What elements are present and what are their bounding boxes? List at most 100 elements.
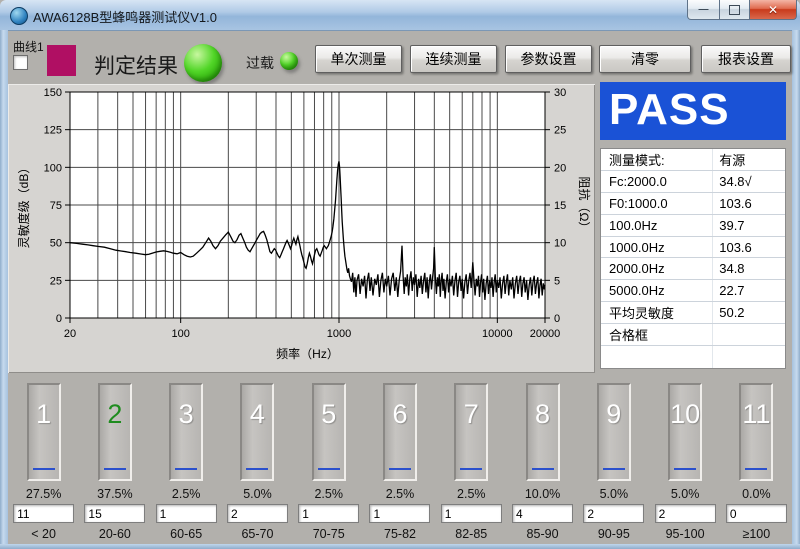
count-input-2[interactable] bbox=[84, 504, 145, 523]
percent-label: 5.0% bbox=[243, 487, 272, 502]
slider-level-indicator bbox=[532, 468, 554, 470]
slider-column-1: 127.5%< 20 bbox=[8, 378, 79, 541]
slider-number: 3 bbox=[171, 399, 201, 430]
curve1-checkbox[interactable] bbox=[13, 55, 28, 70]
result-label: 1000.0Hz bbox=[601, 237, 713, 258]
range-label: 65-70 bbox=[241, 527, 273, 541]
level-slider-9[interactable]: 9 bbox=[597, 383, 631, 481]
level-slider-11[interactable]: 11 bbox=[739, 383, 773, 481]
result-label: 测量模式: bbox=[601, 149, 713, 170]
result-row: 5000.0Hz22.7 bbox=[601, 280, 785, 302]
result-label: 平均灵敏度 bbox=[601, 302, 713, 323]
x-tick: 1000 bbox=[327, 328, 351, 340]
parameter-settings-button[interactable]: 参数设置 bbox=[505, 45, 592, 73]
curve1-label: 曲线1 bbox=[13, 38, 44, 55]
level-slider-8[interactable]: 8 bbox=[526, 383, 560, 481]
x-tick: 20000 bbox=[530, 328, 561, 340]
minimize-button[interactable]: — bbox=[687, 0, 720, 20]
slider-number: 1 bbox=[29, 399, 59, 430]
continuous-measure-button[interactable]: 连续测量 bbox=[410, 45, 497, 73]
result-row: 1000.0Hz103.6 bbox=[601, 237, 785, 259]
percent-label: 5.0% bbox=[600, 487, 629, 502]
measurement-results-table: 测量模式:有源Fc:2000.034.8√F0:1000.0103.6100.0… bbox=[600, 148, 786, 369]
slider-column-5: 52.5%70-75 bbox=[293, 378, 364, 541]
result-value: 103.6 bbox=[713, 237, 785, 258]
curve1-color-swatch[interactable] bbox=[47, 45, 76, 76]
result-value: 50.2 bbox=[713, 302, 785, 323]
count-input-8[interactable] bbox=[512, 504, 573, 523]
level-slider-2[interactable]: 2 bbox=[98, 383, 132, 481]
x-tick: 100 bbox=[171, 328, 189, 340]
slider-level-indicator bbox=[389, 468, 411, 470]
zero-clear-button[interactable]: 清零 bbox=[599, 45, 691, 73]
window-frame-left bbox=[0, 30, 8, 549]
result-value bbox=[713, 346, 785, 368]
window-controls: — ✕ bbox=[687, 0, 797, 20]
level-slider-3[interactable]: 3 bbox=[169, 383, 203, 481]
slider-level-indicator bbox=[460, 468, 482, 470]
level-slider-4[interactable]: 4 bbox=[240, 383, 274, 481]
count-input-4[interactable] bbox=[227, 504, 288, 523]
result-label: 合格框 bbox=[601, 324, 713, 345]
result-label: 5000.0Hz bbox=[601, 280, 713, 301]
percent-label: 37.5% bbox=[97, 487, 132, 502]
pass-status-badge: PASS bbox=[600, 82, 786, 140]
slider-column-11: 110.0%≥100 bbox=[721, 378, 792, 541]
slider-level-indicator bbox=[603, 468, 625, 470]
level-slider-10[interactable]: 10 bbox=[668, 383, 702, 481]
x-tick: 20 bbox=[64, 328, 76, 340]
count-input-10[interactable] bbox=[655, 504, 716, 523]
result-value: 34.8√ bbox=[713, 171, 785, 192]
count-input-7[interactable] bbox=[441, 504, 502, 523]
range-label: 90-95 bbox=[598, 527, 630, 541]
close-button[interactable]: ✕ bbox=[749, 0, 797, 20]
report-settings-button[interactable]: 报表设置 bbox=[701, 45, 791, 73]
percent-label: 2.5% bbox=[386, 487, 415, 502]
single-measure-button[interactable]: 单次测量 bbox=[315, 45, 402, 73]
slider-level-indicator bbox=[674, 468, 696, 470]
count-input-5[interactable] bbox=[298, 504, 359, 523]
count-input-1[interactable] bbox=[13, 504, 74, 523]
result-value: 22.7 bbox=[713, 280, 785, 301]
y-left-axis-title: 灵敏度级（dB） bbox=[16, 162, 31, 249]
count-input-6[interactable] bbox=[369, 504, 430, 523]
result-label: F0:1000.0 bbox=[601, 193, 713, 214]
slider-number: 6 bbox=[385, 399, 415, 430]
level-slider-5[interactable]: 5 bbox=[312, 383, 346, 481]
result-row bbox=[601, 346, 785, 368]
y-left-tick: 75 bbox=[50, 200, 62, 212]
window-frame-right bbox=[792, 30, 800, 549]
result-row: Fc:2000.034.8√ bbox=[601, 171, 785, 193]
judgment-result-led bbox=[184, 44, 222, 82]
slider-level-indicator bbox=[104, 468, 126, 470]
range-label: < 20 bbox=[31, 527, 56, 541]
level-slider-6[interactable]: 6 bbox=[383, 383, 417, 481]
y-right-tick: 25 bbox=[554, 125, 566, 137]
result-row: 合格框 bbox=[601, 324, 785, 346]
result-value: 34.8 bbox=[713, 258, 785, 279]
count-input-11[interactable] bbox=[726, 504, 787, 523]
result-value: 有源 bbox=[713, 149, 785, 170]
y-right-tick: 0 bbox=[554, 313, 560, 325]
frequency-response-chart: 0255075100125150051015202530201001000100… bbox=[8, 84, 595, 373]
y-left-tick: 100 bbox=[44, 162, 62, 174]
y-right-axis-title: 阻抗（Ω） bbox=[577, 177, 592, 234]
result-value: 39.7 bbox=[713, 215, 785, 236]
range-label: ≥100 bbox=[743, 527, 771, 541]
slider-column-6: 6 2.5% 75-82 bbox=[364, 378, 435, 541]
percent-label: 2.5% bbox=[314, 487, 343, 502]
maximize-button[interactable] bbox=[720, 0, 749, 20]
slider-level-indicator bbox=[318, 468, 340, 470]
count-input-3[interactable] bbox=[156, 504, 217, 523]
percent-label: 10.0% bbox=[525, 487, 560, 502]
slider-number: 2 bbox=[100, 399, 130, 430]
level-slider-1[interactable]: 1 bbox=[27, 383, 61, 481]
count-input-9[interactable] bbox=[583, 504, 644, 523]
slider-number: 5 bbox=[314, 399, 344, 430]
slider-number: 11 bbox=[741, 399, 771, 430]
level-slider-7[interactable]: 7 bbox=[454, 383, 488, 481]
y-left-tick: 0 bbox=[56, 313, 62, 325]
range-label: 60-65 bbox=[170, 527, 202, 541]
range-label: 75-82 bbox=[384, 527, 416, 541]
slider-level-indicator bbox=[745, 468, 767, 470]
